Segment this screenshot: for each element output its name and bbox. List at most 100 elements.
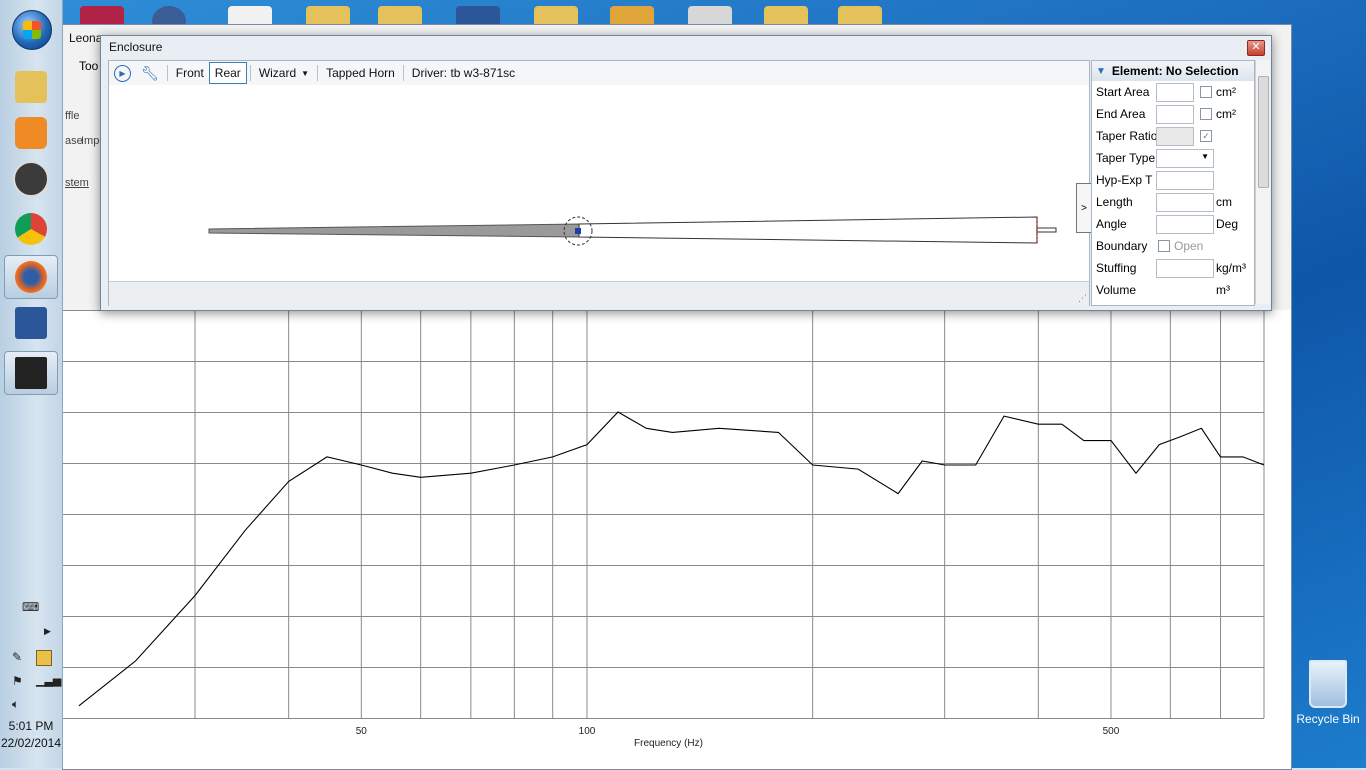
taskbar: ⌨ ▶ ✎ ⚑ ▁▃▅ 🔈︎ 5:01 PM 22/02/2014 [0, 0, 63, 768]
property-checkbox[interactable] [1200, 108, 1212, 120]
enclosure-editor: ▶ 🔧︎ Front Rear Wizard ▼ Tapped Horn Dri… [108, 60, 1092, 306]
property-input[interactable] [1156, 215, 1214, 234]
resize-grip-icon[interactable]: ⋰ [1078, 293, 1087, 304]
property-label: Length [1096, 195, 1133, 209]
property-row: Length cm [1092, 191, 1254, 213]
taskbar-explorer[interactable] [4, 66, 58, 108]
property-label: Volume [1096, 283, 1137, 297]
port-stub[interactable] [1036, 227, 1057, 233]
x-tick-label: 100 [579, 726, 596, 737]
horn-section-open[interactable] [578, 216, 1038, 244]
chevron-down-icon: ▼ [1201, 152, 1209, 161]
property-label: End Area [1096, 107, 1146, 121]
property-label: Start Area [1096, 85, 1150, 99]
property-label: Angle [1096, 217, 1127, 231]
network-icon[interactable]: ▁▃▅ [36, 674, 61, 687]
property-input[interactable] [1156, 105, 1194, 124]
property-unit: cm [1216, 195, 1232, 209]
property-label: Hyp-Exp T [1096, 173, 1153, 187]
taskbar-word[interactable] [4, 302, 58, 344]
run-button[interactable]: ▶ [109, 63, 136, 83]
property-unit: Open [1174, 239, 1204, 253]
property-row: Start Area cm² [1092, 81, 1254, 103]
flag-icon[interactable]: ⚑ [12, 674, 23, 688]
taskbar-media-player[interactable] [4, 112, 58, 154]
tab-baffle[interactable]: ffle [65, 110, 79, 122]
boundary-open-checkbox[interactable] [1158, 240, 1170, 252]
scrollbar-thumb[interactable] [1258, 76, 1269, 188]
taskbar-chrome[interactable] [4, 208, 58, 250]
property-row: Boundary Open [1092, 235, 1254, 257]
clock-icon [13, 161, 49, 197]
collapse-triangle-icon: ▼ [1096, 65, 1106, 77]
wizard-label: Wizard [258, 66, 297, 80]
property-label: Stuffing [1096, 261, 1137, 275]
property-row: Taper Type ▼ [1092, 147, 1254, 169]
horn-section-filled[interactable] [208, 223, 580, 238]
property-row: Angle Deg [1092, 213, 1254, 235]
x-tick-label: 50 [356, 726, 368, 737]
property-row: Volume m³ [1092, 279, 1254, 301]
properties-header-text: Element: No Selection [1111, 64, 1239, 78]
recycle-bin-icon [1309, 660, 1347, 708]
enclosure-dialog: Enclosure ✕ ▶ 🔧︎ Front Rear Wizard ▼ Tap… [100, 35, 1272, 311]
driver-label: Driver: tb w3-871sc [411, 66, 516, 80]
properties-header[interactable]: ▼ Element: No Selection [1092, 61, 1254, 81]
rear-button[interactable]: Rear [208, 62, 247, 84]
main-window-title: Leona [69, 31, 103, 45]
toolbar-separator [249, 65, 251, 81]
word-icon [15, 307, 47, 339]
property-row: Taper Ratio ✓ [1092, 125, 1254, 147]
start-button[interactable] [12, 10, 52, 50]
properties-panel: ▼ Element: No Selection Start Area cm² End… [1091, 60, 1255, 306]
property-input[interactable] [1156, 193, 1214, 212]
clock-time[interactable]: 5:01 PM [0, 719, 62, 733]
show-hidden-icons-icon[interactable]: ▶ [44, 626, 51, 637]
security-icon[interactable] [36, 650, 52, 666]
chrome-icon [15, 213, 47, 245]
property-row: Hyp-Exp T [1092, 169, 1254, 191]
wrench-icon: 🔧︎ [141, 64, 159, 81]
menu-tools[interactable]: Too [79, 59, 98, 73]
la-logo-icon [15, 357, 47, 389]
front-button[interactable]: Front [171, 63, 209, 83]
property-checkbox[interactable] [1200, 86, 1212, 98]
property-input[interactable] [1156, 259, 1214, 278]
enclosure-toolbar: ▶ 🔧︎ Front Rear Wizard ▼ Tapped Horn Dri… [109, 61, 1089, 85]
recycle-bin[interactable]: Recycle Bin [1290, 660, 1366, 726]
clock-date[interactable]: 22/02/2014 [0, 736, 62, 750]
property-input [1156, 127, 1194, 146]
settings-button[interactable]: 🔧︎ [136, 63, 164, 83]
property-checkbox: ✓ [1200, 130, 1212, 142]
volume-icon[interactable]: 🔈︎ [12, 697, 19, 712]
enclosure-status-bar: ⋰ [109, 281, 1089, 306]
driver-handle[interactable] [575, 228, 581, 234]
toolbar-separator [166, 65, 168, 81]
toolbar-separator [317, 65, 319, 81]
property-unit: cm² [1216, 107, 1236, 121]
properties-scrollbar[interactable] [1255, 60, 1270, 304]
pin-icon[interactable]: ✎ [12, 650, 22, 664]
close-icon: ✕ [1251, 41, 1261, 53]
property-unit: cm² [1216, 85, 1236, 99]
property-label: Taper Ratio [1096, 129, 1158, 143]
taper-type-select[interactable]: ▼ [1156, 149, 1214, 168]
folder-icon [15, 71, 47, 103]
property-input[interactable] [1156, 83, 1194, 102]
expand-panel-button[interactable]: > [1076, 183, 1092, 233]
keyboard-icon[interactable]: ⌨ [22, 600, 39, 614]
taskbar-firefox[interactable] [4, 255, 58, 299]
close-button[interactable]: ✕ [1247, 40, 1265, 56]
toolbar-separator [402, 65, 404, 81]
taskbar-clock[interactable] [4, 158, 58, 200]
property-input[interactable] [1156, 171, 1214, 190]
play-icon: ▶ [114, 64, 131, 82]
wizard-dropdown[interactable]: Wizard ▼ [254, 63, 314, 83]
property-label: Boundary [1096, 239, 1148, 253]
x-tick-label: 500 [1103, 726, 1120, 737]
enclosure-drawing-canvas[interactable] [109, 85, 1089, 281]
firefox-icon [15, 261, 47, 293]
property-label: Taper Type [1096, 151, 1156, 165]
taskbar-leonardaudio[interactable] [4, 351, 58, 395]
tab-system[interactable]: stem [65, 177, 89, 189]
